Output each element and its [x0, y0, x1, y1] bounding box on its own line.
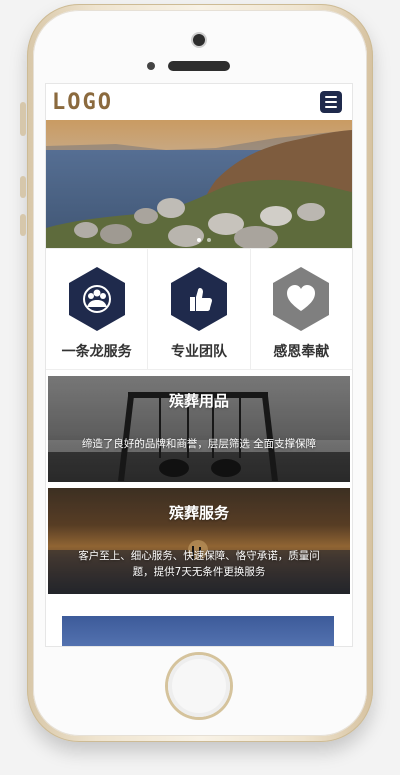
- side-button-top: [20, 102, 26, 136]
- screen: LOGO 一条龙服务 专业团队 感恩奉献 殡葬用品 缔造了良好的品牌和商誉，层层…: [46, 84, 352, 646]
- hero-image: [46, 120, 352, 248]
- speaker-grille: [168, 61, 230, 71]
- heart-icon: [273, 267, 330, 331]
- side-button-middle: [20, 176, 26, 198]
- hero-banner[interactable]: [46, 120, 352, 248]
- feature-label: 专业团队: [170, 344, 227, 360]
- card-funeral-supplies[interactable]: 殡葬用品 缔造了良好的品牌和商誉，层层筛选 全面支撑保障: [48, 376, 350, 482]
- front-camera: [193, 34, 205, 46]
- bottom-preview-image[interactable]: [62, 616, 334, 646]
- feature-item[interactable]: 一条龙服务: [46, 249, 149, 369]
- features: 一条龙服务 专业团队 感恩奉献: [46, 248, 352, 370]
- card-title: 殡葬用品: [168, 392, 229, 410]
- header: LOGO: [46, 84, 352, 120]
- feature-item[interactable]: 专业团队: [148, 249, 251, 369]
- card-text: 客户至上、细心服务、快速保障、恪守承诺，质量问题，提供7天无条件更换服务: [78, 550, 320, 578]
- home-button[interactable]: [168, 655, 230, 717]
- menu-line: [325, 101, 337, 103]
- card-funeral-services[interactable]: 殡葬服务 客户至上、细心服务、快速保障、恪守承诺，质量问题，提供7天无条件更换服…: [48, 488, 350, 594]
- proximity-sensor: [147, 62, 155, 70]
- menu-button[interactable]: [320, 91, 342, 113]
- menu-line: [325, 96, 337, 98]
- group-icon: [68, 267, 125, 331]
- feature-label: 一条龙服务: [61, 344, 132, 360]
- card-text: 缔造了良好的品牌和商誉，层层筛选 全面支撑保障: [81, 438, 317, 450]
- card-title: 殡葬服务: [168, 504, 229, 522]
- thumbs-up-icon: [170, 267, 227, 331]
- side-button-bottom: [20, 214, 26, 236]
- logo[interactable]: LOGO: [52, 90, 113, 115]
- feature-label: 感恩奉献: [273, 344, 330, 360]
- menu-line: [325, 106, 337, 108]
- feature-item[interactable]: 感恩奉献: [251, 249, 352, 369]
